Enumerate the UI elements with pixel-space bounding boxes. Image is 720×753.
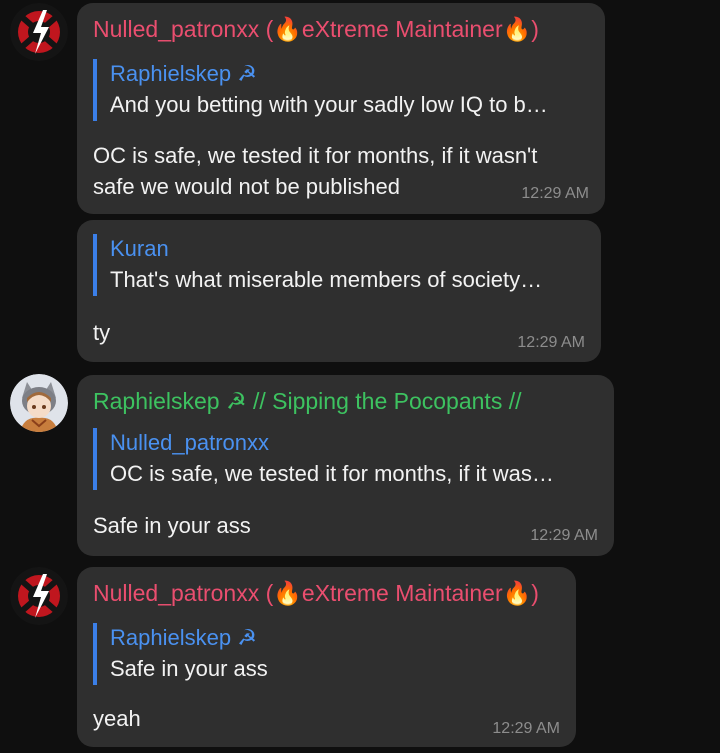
message-time: 12:29 AM [530, 527, 598, 544]
reply-text: That's what miserable members of society… [110, 267, 543, 292]
message-bubble[interactable]: Kuran That's what miserable members of s… [77, 220, 601, 362]
reply-quote[interactable]: Kuran That's what miserable members of s… [93, 234, 587, 296]
message-text: ty [93, 320, 111, 345]
reply-quote[interactable]: Nulled_patronxx OC is safe, we tested it… [93, 428, 598, 490]
message-text: yeah [93, 706, 141, 731]
message-time: 12:29 AM [492, 720, 560, 737]
reply-text: And you betting with your sadly low IQ t… [110, 92, 548, 117]
avatar-anarchy-logo-icon[interactable] [10, 3, 68, 61]
sender-name[interactable]: Nulled_patronxx (🔥eXtreme Maintainer🔥) [93, 16, 539, 43]
chat-area: Nulled_patronxx (🔥eXtreme Maintainer🔥) R… [0, 0, 720, 753]
message-text: Safe in your ass [93, 513, 251, 538]
reply-author: Raphielskep ☭ [110, 61, 257, 86]
reply-text: OC is safe, we tested it for months, if … [110, 461, 554, 486]
sender-name[interactable]: Raphielskep ☭ // Sipping the Pocopants /… [93, 388, 522, 415]
message-time: 12:29 AM [521, 185, 589, 202]
reply-author: Raphielskep ☭ [110, 625, 257, 650]
reply-quote[interactable]: Raphielskep ☭ Safe in your ass [93, 623, 563, 685]
avatar-anarchy-logo-icon[interactable] [10, 567, 68, 625]
message-bubble[interactable]: Nulled_patronxx (🔥eXtreme Maintainer🔥) R… [77, 567, 576, 747]
avatar-anime-character-icon[interactable] [10, 374, 68, 432]
message-text: OC is safe, we tested it for months, if … [93, 143, 538, 199]
reply-author: Kuran [110, 236, 169, 261]
reply-quote[interactable]: Raphielskep ☭ And you betting with your … [93, 59, 591, 121]
message-bubble[interactable]: Raphielskep ☭ // Sipping the Pocopants /… [77, 375, 614, 556]
message-time: 12:29 AM [517, 334, 585, 351]
reply-author: Nulled_patronxx [110, 430, 269, 455]
sender-name[interactable]: Nulled_patronxx (🔥eXtreme Maintainer🔥) [93, 580, 539, 607]
reply-text: Safe in your ass [110, 656, 268, 681]
message-bubble[interactable]: Nulled_patronxx (🔥eXtreme Maintainer🔥) R… [77, 3, 605, 214]
